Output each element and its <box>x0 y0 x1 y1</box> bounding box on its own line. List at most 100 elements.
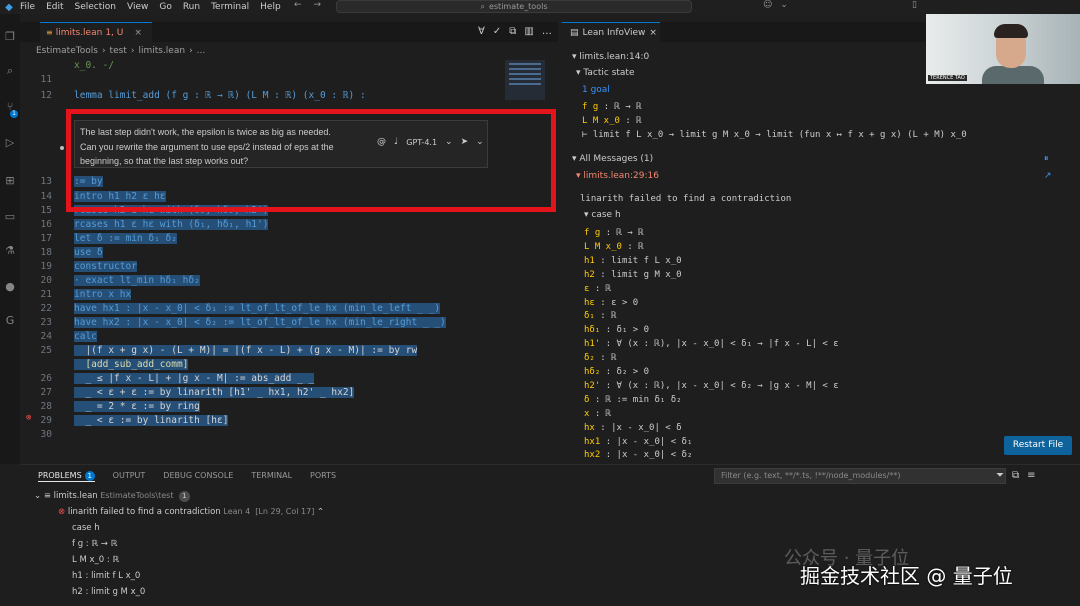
problem-detail: h1 : limit f L x_0 <box>72 571 141 581</box>
problems-badge: 1 <box>84 471 95 481</box>
case-hyp: L M x_0 : ℝ <box>584 241 644 252</box>
code-line: 24 calc <box>40 330 97 342</box>
breadcrumb-item[interactable]: limits.lean <box>138 46 185 56</box>
menu-terminal[interactable]: Terminal <box>211 2 249 12</box>
preview-icon: ▤ <box>570 27 579 38</box>
code-line: 20 · exact lt_min hδ₁ hδ₂ <box>40 274 200 286</box>
problems-filter-input[interactable]: Filter (e.g. text, **/*.ts, !**/node_mod… <box>714 468 1006 484</box>
tab-limits-lean[interactable]: ≡ limits.lean 1, U × <box>40 22 152 42</box>
breadcrumb-item[interactable]: EstimateTools <box>36 46 98 56</box>
menu-file[interactable]: File <box>20 2 35 12</box>
restart-file-button[interactable]: Restart File <box>1004 436 1072 455</box>
goal-count: 1 goal <box>582 85 610 95</box>
breadcrumb-item[interactable]: ... <box>197 46 206 56</box>
breadcrumb-item[interactable]: test <box>110 46 127 56</box>
code-line: 18 use δ <box>40 246 103 258</box>
tab-ports[interactable]: PORTS <box>310 471 336 482</box>
panel-tab-bar: PROBLEMS 1 OUTPUT DEBUG CONSOLE TERMINAL … <box>38 471 336 482</box>
all-messages-header[interactable]: ▾ All Messages (1) <box>572 154 653 164</box>
tab-label: limits.lean <box>55 27 103 38</box>
collapse-all-icon[interactable]: ⧉ <box>1012 470 1019 481</box>
presenter-hair <box>994 24 1028 38</box>
problems-file-row[interactable]: ⌄ ≡ limits.lean EstimateTools\test 1 <box>34 491 190 502</box>
case-hyp: δ₁ : ℝ <box>584 311 617 322</box>
more-actions-icon[interactable]: … <box>542 26 552 37</box>
filter-icon[interactable]: ⏷ <box>996 470 1004 481</box>
tab-terminal[interactable]: TERMINAL <box>251 471 292 482</box>
minimap[interactable] <box>505 60 545 100</box>
gitlens-icon[interactable]: G <box>3 314 17 328</box>
run-debug-icon[interactable]: ▷ <box>3 136 17 150</box>
problem-item[interactable]: ⊗ linarith failed to find a contradictio… <box>58 507 324 517</box>
presenter-body <box>982 66 1044 84</box>
message-location[interactable]: ▾ limits.lean:29:16 <box>576 171 659 181</box>
case-hyp: x : ℝ <box>584 408 612 419</box>
menu-selection[interactable]: Selection <box>75 2 116 12</box>
code-line: 26 _ ≤ |f x - L| + |g x - M| := abs_add … <box>40 372 315 384</box>
menu-help[interactable]: Help <box>260 2 281 12</box>
copilot-icon[interactable]: ☺ <box>763 0 772 10</box>
tab-problems[interactable]: PROBLEMS 1 <box>38 471 95 482</box>
code-line: 16 rcases h1 ε hε with (δ₁, hδ₁, h1') <box>40 218 269 230</box>
case-hyp: hδ₂ : δ₂ > 0 <box>584 367 650 377</box>
compare-icon[interactable]: ⧉ <box>509 26 516 37</box>
highlight-annotation-box <box>66 109 556 212</box>
case-hyp: hx : |x - x_0| < δ <box>584 422 682 433</box>
code-line: 17 let δ := min δ₁ δ₂ <box>40 232 177 244</box>
close-icon[interactable]: × <box>134 28 142 38</box>
split-editor-icon[interactable]: ▥ <box>524 26 533 37</box>
command-center[interactable]: ⌕ estimate_tools <box>336 0 692 13</box>
menu-bar: File Edit Selection View Go Run Terminal… <box>20 2 281 12</box>
tactic-state-header[interactable]: ▾ Tactic state <box>576 68 635 78</box>
tab-output[interactable]: OUTPUT <box>113 471 146 482</box>
tab-lean-infoview[interactable]: ▤ Lean InfoView × <box>562 22 660 42</box>
wrap-icon[interactable]: ≡ <box>1027 470 1035 481</box>
message-text: linarith failed to find a contradiction <box>580 194 792 204</box>
menu-run[interactable]: Run <box>183 2 200 12</box>
code-line: 25 |(f x + g x) - (L + M)| = |(f x - L) … <box>40 344 418 356</box>
menu-view[interactable]: View <box>127 2 148 12</box>
problem-detail: h2 : limit g M x_0 <box>72 587 146 597</box>
case-hyp: δ₂ : ℝ <box>584 353 617 364</box>
problem-detail: L M x_0 : ℝ <box>72 555 120 565</box>
menu-go[interactable]: Go <box>159 2 171 12</box>
go-to-location-icon[interactable]: ↗ <box>1044 171 1052 181</box>
testing-icon[interactable]: ⚗ <box>3 244 17 258</box>
code-line: [add_sub_add_comm] <box>74 358 189 370</box>
case-hyp: h1 : limit f L x_0 <box>584 255 682 266</box>
pause-icon[interactable]: ⏸ <box>1044 154 1049 164</box>
menu-edit[interactable]: Edit <box>46 2 63 12</box>
problem-detail: case h <box>72 523 100 533</box>
goal-hyp: f g : ℝ → ℝ <box>582 102 642 112</box>
extensions-icon[interactable]: ⊞ <box>3 174 17 188</box>
infoview-toggle-icon[interactable]: ∀ <box>478 26 485 37</box>
case-hyp: f g : ℝ → ℝ <box>584 228 644 238</box>
editor-actions: ∀ ✓ ⧉ ▥ … <box>478 26 552 37</box>
code-line: 22 have hx1 : |x - x_0| < δ₁ := lt_of_lt_… <box>40 302 441 314</box>
activity-bar: ❐ ⌕ ⑂ 1 ▷ ⊞ ▭ ⚗ ● G <box>0 14 20 464</box>
file-position[interactable]: ▾ limits.lean:14:0 <box>572 52 649 62</box>
back-arrow-icon[interactable]: ← <box>294 0 302 10</box>
check-icon[interactable]: ✓ <box>493 26 501 37</box>
case-hyp: hε : ε > 0 <box>584 297 639 308</box>
goal-hyp: L M x_0 : ℝ <box>582 116 642 126</box>
infoview-tab-bar: ▤ Lean InfoView × <box>562 22 927 42</box>
explorer-icon[interactable]: ❐ <box>3 30 17 44</box>
close-icon[interactable]: × <box>649 28 657 38</box>
code-line: 11 <box>40 73 52 85</box>
infoview-panel: ▾ limits.lean:14:0 ▾ Tactic state 1 goal… <box>568 48 1068 464</box>
code-line: 12 lemma limit_add (f g : ℝ → ℝ) (L M : ℝ… <box>40 89 366 101</box>
case-hyp: h2' : ∀ (x : ℝ), |x - x_0| < δ₂ → |g x -… <box>584 380 839 391</box>
title-actions: ☺ ⌄ <box>763 0 788 10</box>
remote-explorer-icon[interactable]: ▭ <box>3 210 17 224</box>
error-icon[interactable]: ⊗ <box>26 413 31 423</box>
watermark-text: 掘金技术社区 @ 量子位 <box>800 564 1013 588</box>
layout-sidebar-icon[interactable]: ▯ <box>912 0 917 10</box>
chevron-down-icon[interactable]: ⌄ <box>780 0 788 10</box>
github-icon[interactable]: ● <box>3 280 17 294</box>
case-label[interactable]: ▾ case h <box>584 210 621 220</box>
webcam-video: TERENCE TAO <box>926 14 1080 84</box>
tab-debug-console[interactable]: DEBUG CONSOLE <box>163 471 233 482</box>
forward-arrow-icon[interactable]: → <box>314 0 322 10</box>
search-icon[interactable]: ⌕ <box>3 64 17 78</box>
